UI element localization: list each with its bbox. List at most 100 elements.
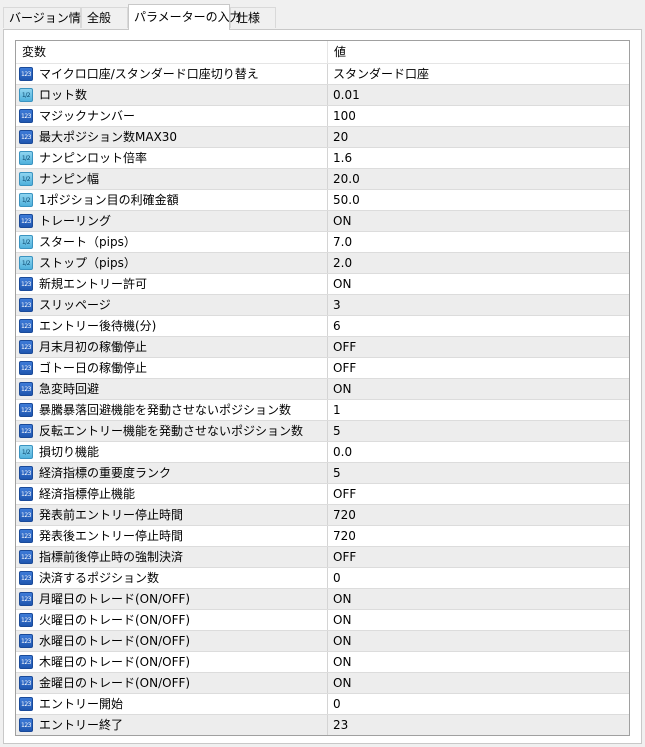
parameter-value-cell[interactable]: 3 <box>328 295 629 315</box>
parameter-name-cell[interactable]: エントリー後待機(分) <box>16 316 328 336</box>
table-row[interactable]: 経済指標の重要度ランク 5 <box>16 463 629 484</box>
table-row[interactable]: エントリー後待機(分) 6 <box>16 316 629 337</box>
parameter-name-cell[interactable]: 発表後エントリー停止時間 <box>16 526 328 546</box>
parameter-value-cell[interactable]: OFF <box>328 547 629 567</box>
parameter-name-cell[interactable]: 1ポジション目の利確金額 <box>16 190 328 210</box>
parameter-name-cell[interactable]: 金曜日のトレード(ON/OFF) <box>16 673 328 693</box>
parameter-value-cell[interactable]: 20.0 <box>328 169 629 189</box>
table-row[interactable]: ゴトー日の稼働停止 OFF <box>16 358 629 379</box>
parameter-name-cell[interactable]: マジックナンバー <box>16 106 328 126</box>
parameter-name-cell[interactable]: 発表前エントリー停止時間 <box>16 505 328 525</box>
parameter-name-cell[interactable]: エントリー終了 <box>16 715 328 735</box>
parameter-value-cell[interactable]: 6 <box>328 316 629 336</box>
table-row[interactable]: マジックナンバー 100 <box>16 106 629 127</box>
parameter-value-cell[interactable]: 23 <box>328 715 629 735</box>
parameter-value-cell[interactable]: ON <box>328 652 629 672</box>
parameter-value-cell[interactable]: 1 <box>328 400 629 420</box>
parameter-name-cell[interactable]: 反転エントリー機能を発動させないポジション数 <box>16 421 328 441</box>
table-row[interactable]: 金曜日のトレード(ON/OFF) ON <box>16 673 629 694</box>
table-row[interactable]: トレーリング ON <box>16 211 629 232</box>
parameter-value-cell[interactable]: ON <box>328 274 629 294</box>
parameter-value-cell[interactable]: ON <box>328 589 629 609</box>
parameter-value-cell[interactable]: 100 <box>328 106 629 126</box>
parameter-name-cell[interactable]: 決済するポジション数 <box>16 568 328 588</box>
parameter-value-cell[interactable]: OFF <box>328 337 629 357</box>
table-row[interactable]: ナンピン幅 20.0 <box>16 169 629 190</box>
parameter-value-cell[interactable]: 2.0 <box>328 253 629 273</box>
table-row[interactable]: スタート（pips） 7.0 <box>16 232 629 253</box>
table-row[interactable]: マイクロ口座/スタンダード口座切り替え スタンダード口座 <box>16 64 629 85</box>
parameter-name-cell[interactable]: 水曜日のトレード(ON/OFF) <box>16 631 328 651</box>
column-header-value[interactable]: 値 <box>328 41 629 63</box>
parameter-value-cell[interactable]: ON <box>328 673 629 693</box>
parameter-value-cell[interactable]: 720 <box>328 526 629 546</box>
parameter-name-cell[interactable]: スタート（pips） <box>16 232 328 252</box>
parameter-name-cell[interactable]: スリッページ <box>16 295 328 315</box>
table-row[interactable]: ストップ（pips） 2.0 <box>16 253 629 274</box>
parameter-value-cell[interactable]: ON <box>328 610 629 630</box>
parameter-value-cell[interactable]: 0.01 <box>328 85 629 105</box>
parameter-value-cell[interactable]: OFF <box>328 358 629 378</box>
parameter-name-cell[interactable]: 経済指標の重要度ランク <box>16 463 328 483</box>
parameter-name-cell[interactable]: 最大ポジション数MAX30 <box>16 127 328 147</box>
parameter-value-cell[interactable]: ON <box>328 631 629 651</box>
parameter-value-cell[interactable]: 720 <box>328 505 629 525</box>
parameter-name-cell[interactable]: 木曜日のトレード(ON/OFF) <box>16 652 328 672</box>
table-row[interactable]: 水曜日のトレード(ON/OFF) ON <box>16 631 629 652</box>
parameter-value-cell[interactable]: ON <box>328 211 629 231</box>
table-row[interactable]: 反転エントリー機能を発動させないポジション数 5 <box>16 421 629 442</box>
parameter-name-cell[interactable]: 火曜日のトレード(ON/OFF) <box>16 610 328 630</box>
table-row[interactable]: ナンピンロット倍率 1.6 <box>16 148 629 169</box>
parameter-value-cell[interactable]: 0 <box>328 694 629 714</box>
parameter-value-cell[interactable]: 0 <box>328 568 629 588</box>
table-row[interactable]: 火曜日のトレード(ON/OFF) ON <box>16 610 629 631</box>
parameter-value-cell[interactable]: ON <box>328 379 629 399</box>
table-row[interactable]: 発表後エントリー停止時間 720 <box>16 526 629 547</box>
parameter-name-cell[interactable]: ナンピンロット倍率 <box>16 148 328 168</box>
table-row[interactable]: 経済指標停止機能 OFF <box>16 484 629 505</box>
table-row[interactable]: 1ポジション目の利確金額 50.0 <box>16 190 629 211</box>
parameter-name-cell[interactable]: 急変時回避 <box>16 379 328 399</box>
parameter-name-cell[interactable]: 月曜日のトレード(ON/OFF) <box>16 589 328 609</box>
parameter-value-cell[interactable]: スタンダード口座 <box>328 64 629 84</box>
table-row[interactable]: エントリー終了 23 <box>16 715 629 735</box>
parameter-name-cell[interactable]: トレーリング <box>16 211 328 231</box>
parameter-value-cell[interactable]: OFF <box>328 484 629 504</box>
tab-general[interactable]: 全般 <box>81 7 128 28</box>
parameter-name-cell[interactable]: ロット数 <box>16 85 328 105</box>
parameter-name-cell[interactable]: 暴騰暴落回避機能を発動させないポジション数 <box>16 400 328 420</box>
parameter-name-cell[interactable]: マイクロ口座/スタンダード口座切り替え <box>16 64 328 84</box>
column-header-variable[interactable]: 変数 <box>16 41 328 63</box>
table-row[interactable]: 急変時回避 ON <box>16 379 629 400</box>
table-row[interactable]: 損切り機能 0.0 <box>16 442 629 463</box>
parameter-name-cell[interactable]: 指標前後停止時の強制決済 <box>16 547 328 567</box>
tab-version-info[interactable]: バージョン情報 <box>3 7 93 28</box>
parameter-value-cell[interactable]: 0.0 <box>328 442 629 462</box>
table-row[interactable]: エントリー開始 0 <box>16 694 629 715</box>
table-row[interactable]: 最大ポジション数MAX30 20 <box>16 127 629 148</box>
parameter-name-cell[interactable]: ストップ（pips） <box>16 253 328 273</box>
parameter-name-cell[interactable]: 月末月初の稼働停止 <box>16 337 328 357</box>
table-row[interactable]: 決済するポジション数 0 <box>16 568 629 589</box>
parameter-value-cell[interactable]: 20 <box>328 127 629 147</box>
table-row[interactable]: 発表前エントリー停止時間 720 <box>16 505 629 526</box>
parameter-value-cell[interactable]: 7.0 <box>328 232 629 252</box>
parameter-name-cell[interactable]: 損切り機能 <box>16 442 328 462</box>
parameter-value-cell[interactable]: 50.0 <box>328 190 629 210</box>
parameter-name-cell[interactable]: 新規エントリー許可 <box>16 274 328 294</box>
parameter-name-cell[interactable]: エントリー開始 <box>16 694 328 714</box>
table-row[interactable]: 月末月初の稼働停止 OFF <box>16 337 629 358</box>
table-row[interactable]: ロット数 0.01 <box>16 85 629 106</box>
table-row[interactable]: 月曜日のトレード(ON/OFF) ON <box>16 589 629 610</box>
table-row[interactable]: 指標前後停止時の強制決済 OFF <box>16 547 629 568</box>
parameter-value-cell[interactable]: 1.6 <box>328 148 629 168</box>
parameter-name-cell[interactable]: ナンピン幅 <box>16 169 328 189</box>
table-row[interactable]: 暴騰暴落回避機能を発動させないポジション数 1 <box>16 400 629 421</box>
table-row[interactable]: スリッページ 3 <box>16 295 629 316</box>
table-row[interactable]: 木曜日のトレード(ON/OFF) ON <box>16 652 629 673</box>
parameter-value-cell[interactable]: 5 <box>328 463 629 483</box>
tab-input-parameters[interactable]: パラメーターの入力 <box>128 4 242 30</box>
parameter-name-cell[interactable]: ゴトー日の稼働停止 <box>16 358 328 378</box>
table-row[interactable]: 新規エントリー許可 ON <box>16 274 629 295</box>
parameter-value-cell[interactable]: 5 <box>328 421 629 441</box>
